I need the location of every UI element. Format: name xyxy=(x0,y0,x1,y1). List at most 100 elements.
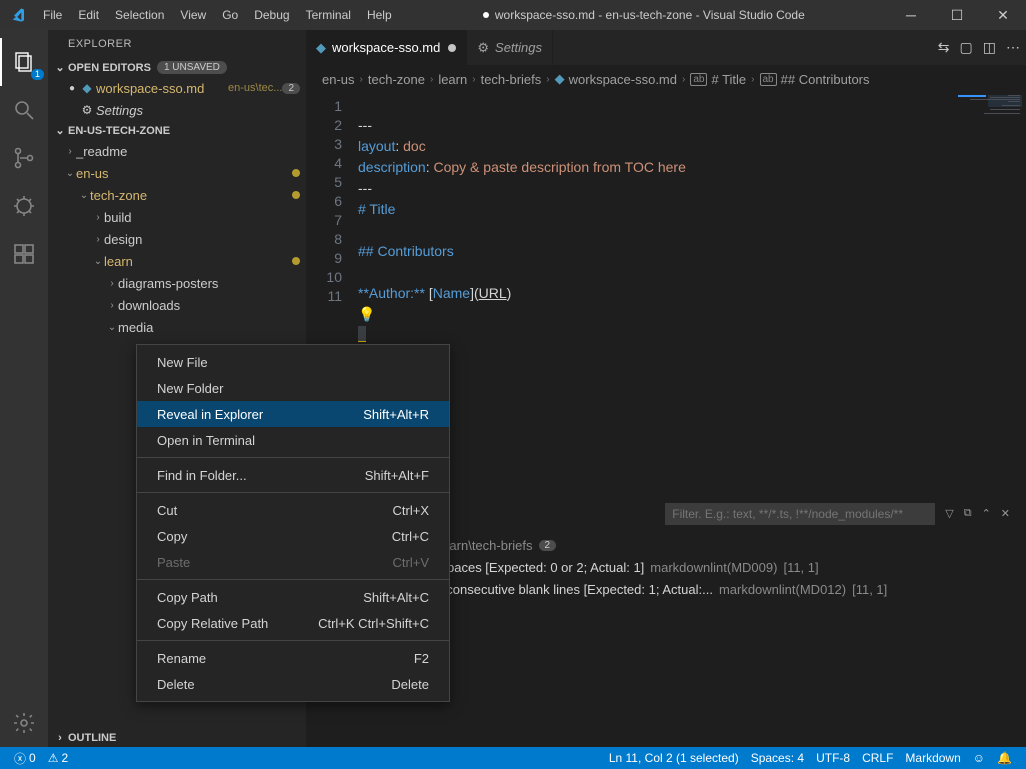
window-title: workspace-sso.md - en-us-tech-zone - Vis… xyxy=(400,8,888,22)
tree-item-label: tech-zone xyxy=(90,188,288,203)
menu-debug[interactable]: Debug xyxy=(246,8,297,22)
status-lang[interactable]: Markdown xyxy=(899,751,966,765)
collapse-icon[interactable]: ⧉ xyxy=(964,507,972,520)
outline-section[interactable]: › OUTLINE xyxy=(48,729,306,747)
chevron-right-icon: › xyxy=(106,278,118,289)
menu-view[interactable]: View xyxy=(172,8,214,22)
tree-item-label: build xyxy=(104,210,300,225)
menu-go[interactable]: Go xyxy=(214,8,246,22)
tree-folder[interactable]: ›build xyxy=(48,206,306,228)
tree-folder[interactable]: ⌄tech-zone xyxy=(48,184,306,206)
chevron-down-icon: ⌄ xyxy=(64,168,76,179)
status-spaces[interactable]: Spaces: 4 xyxy=(745,751,810,765)
tree-item-label: diagrams-posters xyxy=(118,276,300,291)
open-editor-settings[interactable]: ⚙ Settings xyxy=(48,99,306,121)
dirty-dot-icon: ● xyxy=(66,83,78,94)
status-bell-icon[interactable]: 🔔 xyxy=(991,751,1018,765)
close-panel-icon[interactable]: ✕ xyxy=(1001,507,1010,520)
chevron-down-icon: ⌄ xyxy=(92,256,104,267)
preview-icon[interactable]: ▢ xyxy=(960,39,973,56)
activity-extensions[interactable] xyxy=(0,230,48,278)
ctx-reveal-explorer[interactable]: Reveal in ExplorerShift+Alt+R xyxy=(137,401,449,427)
filter-icon[interactable]: ▽ xyxy=(945,507,953,520)
vscode-icon xyxy=(0,7,35,23)
menu-help[interactable]: Help xyxy=(359,8,400,22)
tree-folder[interactable]: ›_readme xyxy=(48,140,306,162)
chevron-right-icon: › xyxy=(106,300,118,311)
menu-file[interactable]: File xyxy=(35,8,70,22)
tree-folder[interactable]: ›design xyxy=(48,228,306,250)
activity-settings[interactable] xyxy=(0,699,48,747)
tree-item-label: en-us xyxy=(76,166,288,181)
explorer-badge: 1 xyxy=(31,69,44,80)
chevron-right-icon: › xyxy=(64,146,76,157)
chevron-right-icon: › xyxy=(92,234,104,245)
ctx-cut[interactable]: CutCtrl+X xyxy=(137,497,449,523)
chevron-up-icon[interactable]: ⌃ xyxy=(982,507,991,520)
ctx-paste: PasteCtrl+V xyxy=(137,549,449,575)
filter-input[interactable] xyxy=(665,503,935,525)
status-encoding[interactable]: UTF-8 xyxy=(810,751,856,765)
activity-bar: 1 xyxy=(0,30,48,747)
ctx-rename[interactable]: RenameF2 xyxy=(137,645,449,671)
menu-edit[interactable]: Edit xyxy=(70,8,107,22)
status-errors[interactable]: ⓧ0 xyxy=(8,750,42,767)
modified-dot xyxy=(292,191,300,199)
gear-icon: ⚙ xyxy=(477,40,489,56)
menu-terminal[interactable]: Terminal xyxy=(298,8,359,22)
dirty-indicator xyxy=(448,44,456,52)
chevron-down-icon: ⌄ xyxy=(52,61,68,74)
context-menu: New File New Folder Reveal in ExplorerSh… xyxy=(136,344,450,702)
ctx-new-folder[interactable]: New Folder xyxy=(137,375,449,401)
activity-search[interactable] xyxy=(0,86,48,134)
tree-folder[interactable]: ⌄media xyxy=(48,316,306,338)
warning-icon: ⚠ xyxy=(48,751,59,765)
tree-item-label: downloads xyxy=(118,298,300,313)
tree-folder[interactable]: ›diagrams-posters xyxy=(48,272,306,294)
ctx-open-terminal[interactable]: Open in Terminal xyxy=(137,427,449,453)
open-editor-item[interactable]: ● ◆ workspace-sso.md en-us\tec... 2 xyxy=(48,77,306,99)
ctx-delete[interactable]: DeleteDelete xyxy=(137,671,449,697)
status-warnings[interactable]: ⚠2 xyxy=(42,751,74,765)
tree-folder[interactable]: ⌄en-us xyxy=(48,162,306,184)
workspace-section[interactable]: ⌄ EN-US-TECH-ZONE xyxy=(48,121,306,140)
ctx-copy[interactable]: CopyCtrl+C xyxy=(137,523,449,549)
modified-dot xyxy=(292,257,300,265)
error-icon: ⓧ xyxy=(14,750,26,767)
chevron-down-icon: ⌄ xyxy=(78,190,90,201)
ctx-copy-rel-path[interactable]: Copy Relative PathCtrl+K Ctrl+Shift+C xyxy=(137,610,449,636)
tree-item-label: learn xyxy=(104,254,288,269)
close-button[interactable]: ✕ xyxy=(980,0,1026,30)
compare-icon[interactable]: ⇆ xyxy=(938,39,950,56)
tab-workspace-sso[interactable]: ◆ workspace-sso.md xyxy=(306,30,467,65)
ctx-copy-path[interactable]: Copy PathShift+Alt+C xyxy=(137,584,449,610)
maximize-button[interactable]: ☐ xyxy=(934,0,980,30)
chevron-down-icon: ⌄ xyxy=(106,322,118,333)
status-eol[interactable]: CRLF xyxy=(856,751,899,765)
status-feedback-icon[interactable]: ☺ xyxy=(967,751,991,765)
tree-item-label: _readme xyxy=(76,144,300,159)
status-lncol[interactable]: Ln 11, Col 2 (1 selected) xyxy=(603,751,745,765)
problems-count-badge: 2 xyxy=(282,83,300,94)
minimize-button[interactable]: ─ xyxy=(888,0,934,30)
chevron-right-icon: › xyxy=(52,732,68,744)
tree-folder[interactable]: ⌄learn xyxy=(48,250,306,272)
ctx-new-file[interactable]: New File xyxy=(137,349,449,375)
tree-item-label: design xyxy=(104,232,300,247)
markdown-icon: ◆ xyxy=(78,81,96,95)
breadcrumb[interactable]: en-us› tech-zone› learn› tech-briefs› ◆w… xyxy=(306,65,1026,93)
title-bar: File Edit Selection View Go Debug Termin… xyxy=(0,0,1026,30)
tree-folder[interactable]: ›downloads xyxy=(48,294,306,316)
ctx-find-folder[interactable]: Find in Folder...Shift+Alt+F xyxy=(137,462,449,488)
minimap[interactable] xyxy=(936,93,1026,497)
activity-debug[interactable] xyxy=(0,182,48,230)
more-icon[interactable]: ⋯ xyxy=(1006,39,1020,56)
open-editors-section[interactable]: ⌄ OPEN EDITORS 1 UNSAVED xyxy=(48,58,306,77)
activity-git[interactable] xyxy=(0,134,48,182)
activity-explorer[interactable]: 1 xyxy=(0,38,48,86)
status-bar: ⓧ0 ⚠2 Ln 11, Col 2 (1 selected) Spaces: … xyxy=(0,747,1026,769)
split-icon[interactable]: ◫ xyxy=(983,39,996,56)
menu-selection[interactable]: Selection xyxy=(107,8,172,22)
context-separator xyxy=(137,492,449,493)
tab-settings[interactable]: ⚙ Settings xyxy=(467,30,553,65)
